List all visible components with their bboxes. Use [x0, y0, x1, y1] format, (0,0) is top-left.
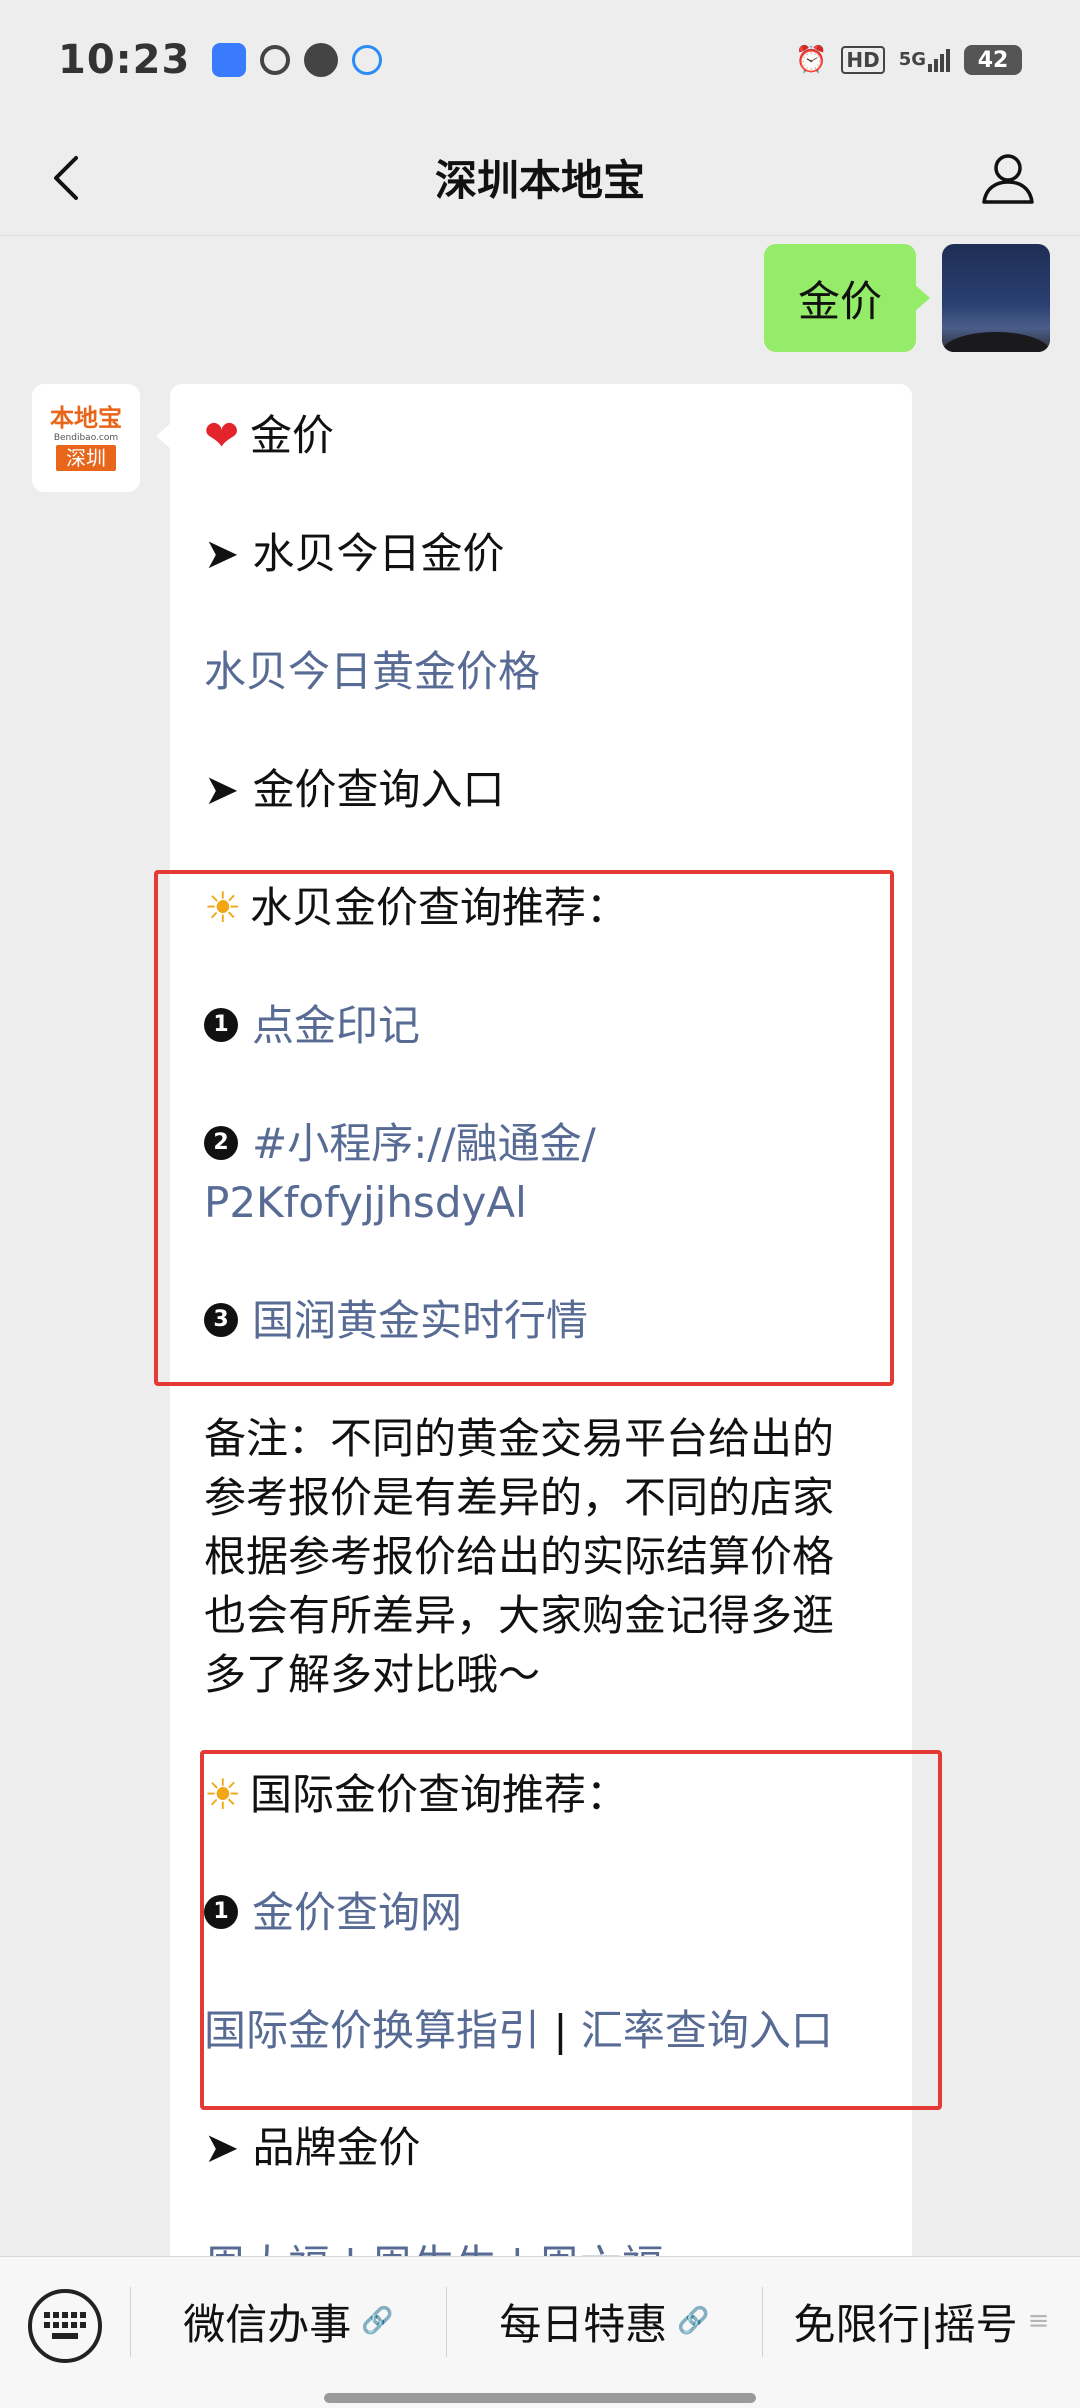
link-icon: 🔗	[361, 2306, 394, 2336]
highlight-box	[200, 1750, 942, 2110]
chat-notification-icon	[352, 45, 383, 75]
reply-heading: ❤ 金价	[204, 406, 334, 465]
signal-icon: 5G	[898, 48, 950, 72]
status-bar: 10:23 ⏰ HD 5G 42	[0, 0, 1080, 120]
menu-weixin-banshi[interactable]: 微信办事 🔗	[131, 2257, 446, 2385]
chat-area[interactable]: 金价 本地宝 Bendibao.com 深圳 ❤ 金价 ➤ 水贝今日金价 水贝今日…	[0, 236, 1080, 2256]
note-line: 也会有所差异，大家购金记得多逛	[204, 1591, 835, 1640]
heart-icon: ❤	[204, 411, 240, 460]
section-shuibei-today: ➤ 水贝今日金价	[204, 529, 505, 578]
logo-brand-text: 本地宝	[50, 404, 122, 432]
network-label: 5G	[898, 48, 926, 70]
my-avatar[interactable]	[942, 244, 1050, 352]
back-icon[interactable]	[40, 150, 96, 206]
sent-message-text: 金价	[797, 276, 882, 326]
note-line: 多了解多对比哦～	[204, 1650, 541, 1699]
sent-message-row: 金价	[763, 244, 1050, 352]
section-brand-price: ➤ 品牌金价	[204, 2123, 421, 2172]
message-notification-icon	[304, 43, 339, 77]
menu-list-icon: ≡	[1027, 2306, 1050, 2336]
section-query-entry: ➤ 金价查询入口	[204, 765, 505, 814]
logo-city-text: 深圳	[56, 445, 116, 471]
hd-icon: HD	[841, 46, 885, 74]
sent-message-bubble[interactable]: 金价	[763, 244, 931, 352]
bot-avatar[interactable]: 本地宝 Bendibao.com 深圳	[32, 384, 140, 492]
menu-traffic-lottery[interactable]: 免限行|摇号 ≡	[763, 2257, 1080, 2385]
link-brand-list-partial[interactable]: 周大福 | 周生生 | 周六福	[204, 2236, 664, 2256]
notification-icons	[212, 43, 383, 77]
link-notification-icon	[260, 45, 291, 75]
note-line: 根据参考报价给出的实际结算价格	[204, 1532, 835, 1581]
link-icon: 🔗	[677, 2306, 710, 2336]
keyboard-toggle-button[interactable]	[28, 2289, 102, 2363]
battery-icon: 42	[964, 45, 1022, 75]
page-title: 深圳本地宝	[434, 156, 645, 205]
status-time: 10:23	[58, 37, 191, 83]
logo-site-text: Bendibao.com	[53, 433, 119, 443]
bottom-menu-bar: 微信办事 🔗 每日特惠 🔗 免限行|摇号 ≡	[0, 2256, 1080, 2408]
menu-daily-deals[interactable]: 每日特惠 🔗	[447, 2257, 762, 2385]
note-line: 参考报价是有差异的，不同的店家	[204, 1473, 835, 1522]
keyboard-icon	[44, 2312, 86, 2339]
app-notification-icon	[212, 43, 247, 77]
home-indicator[interactable]	[324, 2393, 756, 2403]
highlight-box	[154, 870, 894, 1386]
profile-icon[interactable]	[976, 146, 1040, 210]
status-indicators: ⏰ HD 5G 42	[795, 45, 1022, 75]
chat-header: 深圳本地宝	[0, 120, 1080, 236]
link-shuibei-gold-price[interactable]: 水贝今日黄金价格	[204, 642, 540, 701]
note-line: 备注：不同的黄金交易平台给出的	[204, 1414, 835, 1463]
alarm-icon: ⏰	[794, 45, 828, 75]
